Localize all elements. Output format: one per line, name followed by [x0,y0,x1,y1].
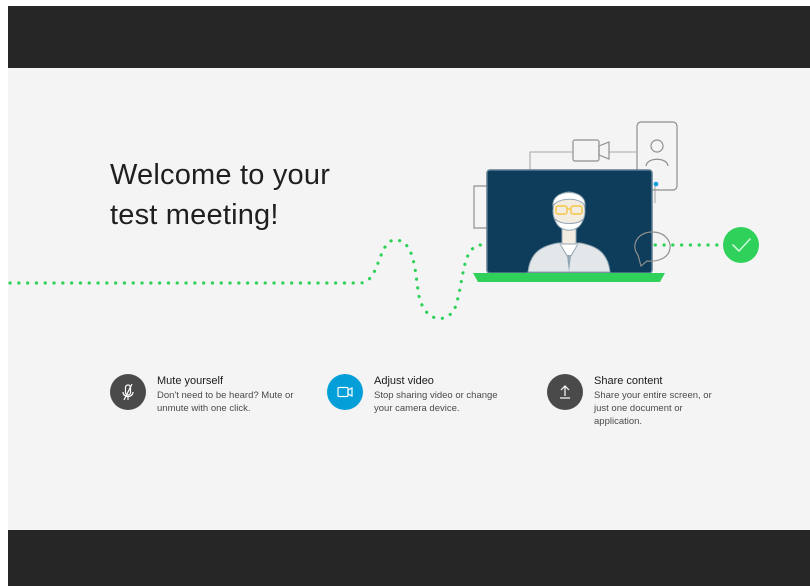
meeting-window: Welcome to your test meeting! Mute yours… [0,0,810,586]
feature-mute-heading: Mute yourself [157,375,224,387]
feature-mute-description: Don't need to be heard? Mute or unmute w… [157,390,294,414]
share-upload-icon[interactable] [547,374,583,410]
feature-video-description: Stop sharing video or change your camera… [374,390,498,414]
video-camera-icon[interactable] [327,374,363,410]
welcome-title-line-2: test meeting! [110,199,279,231]
feature-share-description: Share your entire screen, or just one do… [594,390,712,427]
welcome-title-line-1: Welcome to your [110,159,331,191]
feature-share-heading: Share content [594,375,663,387]
welcome-panel [8,68,810,530]
feature-video-heading: Adjust video [374,375,434,387]
welcome-title: Welcome to your test meeting! [110,155,410,235]
top-video-bar [8,6,810,68]
microphone-muted-icon[interactable] [110,374,146,410]
bottom-control-bar [8,530,810,586]
